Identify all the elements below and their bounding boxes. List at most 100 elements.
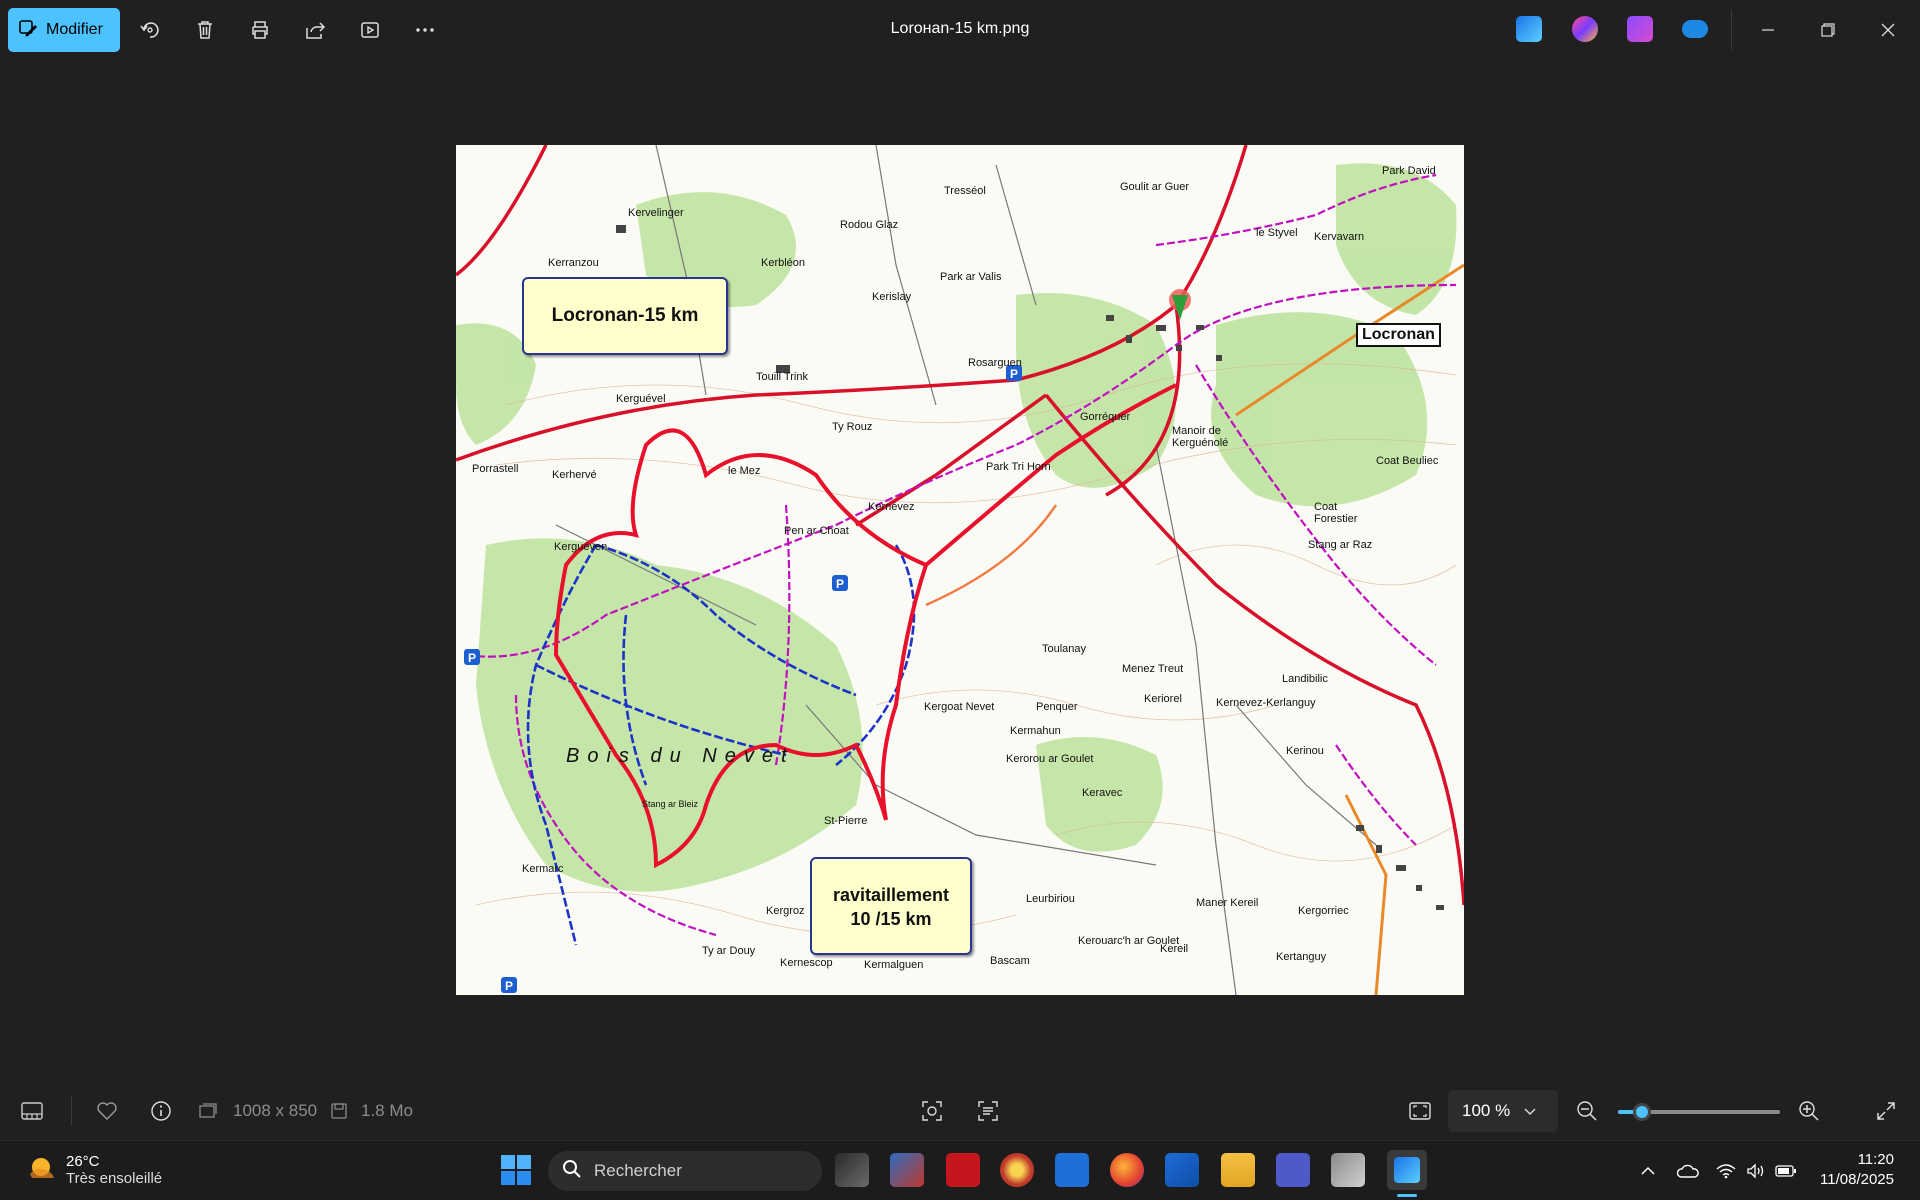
place-label: Coat Forestier — [1314, 501, 1358, 525]
fullscreen-icon[interactable] — [1872, 1097, 1900, 1125]
zoom-out-icon[interactable] — [1573, 1097, 1601, 1125]
town-label: Locronan — [1356, 323, 1441, 347]
place-label: Porrastell — [472, 463, 519, 475]
minimize-icon[interactable] — [1752, 14, 1784, 46]
place-label: Kergroz — [766, 905, 805, 917]
place-label: Kermalguen — [864, 959, 924, 971]
photos-app-taskbar-icon[interactable] — [1387, 1150, 1427, 1197]
eye-app-icon[interactable] — [1000, 1153, 1034, 1187]
designer-app-icon[interactable] — [1572, 16, 1598, 42]
place-label: Penquer — [1036, 701, 1078, 713]
system-clock[interactable]: 11:20 11/08/2025 — [1820, 1150, 1894, 1190]
task-view-icon[interactable] — [835, 1153, 869, 1187]
place-label: Stang ar Bleiz — [642, 799, 699, 809]
place-label: Kerranzou — [548, 257, 599, 269]
chevron-up-icon[interactable] — [1636, 1159, 1660, 1183]
place-label: Keravec — [1082, 787, 1123, 799]
place-label: Kernevez-Kerlanguy — [1216, 697, 1316, 709]
svg-text:P: P — [836, 577, 844, 591]
restore-icon[interactable] — [1812, 14, 1844, 46]
clock-date: 11/08/2025 — [1820, 1171, 1894, 1188]
place-label: Kervelinger — [628, 207, 684, 219]
zoom-level-dropdown[interactable]: 100 % — [1448, 1090, 1558, 1132]
place-label: Kergoat Nevet — [924, 701, 995, 713]
teams-icon[interactable] — [1276, 1153, 1310, 1187]
share-icon[interactable] — [297, 12, 333, 48]
place-label: Kernescop — [780, 957, 833, 969]
onedrive-icon[interactable] — [1682, 20, 1708, 38]
toolbar-divider — [1731, 10, 1732, 50]
favorite-heart-icon[interactable] — [93, 1097, 121, 1125]
svg-text:P: P — [468, 651, 476, 665]
photos-icon — [1394, 1157, 1420, 1183]
text-scan-icon[interactable] — [974, 1097, 1002, 1125]
info-icon[interactable] — [147, 1097, 175, 1125]
place-label: Landibilic — [1282, 673, 1328, 685]
taskbar-search-box[interactable]: Rechercher — [548, 1151, 822, 1191]
photos-editor-app-icon[interactable] — [1516, 16, 1542, 42]
newspaper-app-icon[interactable] — [890, 1153, 924, 1187]
search-placeholder: Rechercher — [594, 1161, 682, 1180]
place-label: Kerislay — [872, 291, 912, 303]
place-label: Bascam — [990, 955, 1030, 967]
file-size-icon — [328, 1097, 350, 1125]
edit-image-icon — [18, 18, 38, 43]
place-label: Coat Beuliec — [1376, 455, 1439, 467]
place-label: Park Tri Horn — [986, 461, 1051, 473]
zoom-slider[interactable] — [1618, 1103, 1780, 1121]
slideshow-icon[interactable] — [352, 12, 388, 48]
map-title-callout: Locronan-15 km — [522, 277, 728, 355]
volume-icon[interactable] — [1744, 1159, 1768, 1183]
weather-condition: Très ensoleillé — [66, 1169, 163, 1187]
place-label: le Styvel — [1256, 227, 1298, 239]
place-label: Gorréquer — [1080, 411, 1131, 423]
firefox-icon[interactable] — [1110, 1153, 1144, 1187]
supply-callout-line1: ravitaillement — [832, 885, 950, 905]
place-label: Ty ar Douy — [702, 945, 756, 957]
start-windows-icon[interactable] — [500, 1154, 534, 1188]
microsoft-store-icon[interactable] — [1165, 1153, 1199, 1187]
windows-taskbar: 26°C Très ensoleillé Rechercher 11:20 11… — [0, 1140, 1920, 1200]
clipchamp-app-icon[interactable] — [1627, 16, 1653, 42]
edit-button[interactable]: Modifier — [8, 8, 120, 52]
place-label: Keriorel — [1144, 693, 1182, 705]
place-label: St-Pierre — [824, 815, 868, 827]
place-label: Kereil — [1160, 943, 1189, 955]
svg-text:P: P — [1010, 367, 1018, 381]
print-icon[interactable] — [242, 12, 278, 48]
battery-icon[interactable] — [1774, 1159, 1798, 1183]
delete-icon[interactable] — [187, 12, 223, 48]
sunny-weather-icon — [26, 1152, 56, 1187]
place-label: Kergorriec — [1298, 905, 1349, 917]
zoom-slider-thumb[interactable] — [1633, 1103, 1652, 1121]
handwriting-app-icon[interactable] — [1055, 1153, 1089, 1187]
zoom-level-value: 100 % — [1462, 1101, 1511, 1120]
zoom-in-icon[interactable] — [1795, 1097, 1823, 1125]
close-icon[interactable] — [1872, 14, 1904, 46]
status-divider — [71, 1096, 72, 1126]
weather-widget[interactable]: 26°C Très ensoleillé — [26, 1152, 162, 1187]
fit-to-window-icon[interactable] — [1406, 1097, 1434, 1125]
chevron-down-icon — [1524, 1101, 1536, 1121]
wifi-icon[interactable] — [1714, 1159, 1738, 1183]
image-dimensions: 1008 x 850 — [233, 1101, 318, 1120]
supply-callout-line2: 10 /15 km — [850, 909, 932, 929]
place-label: Kerguével — [616, 393, 666, 405]
place-label: Goulit ar Guer — [1120, 181, 1190, 193]
plane-app-icon[interactable] — [1331, 1153, 1365, 1187]
acrobat-reader-icon[interactable] — [946, 1153, 980, 1187]
weather-temperature: 26°C — [66, 1152, 100, 1170]
onedrive-tray-icon[interactable] — [1676, 1159, 1700, 1183]
filmstrip-icon[interactable] — [18, 1097, 46, 1125]
place-label: Rodou Glaz — [840, 219, 899, 231]
file-explorer-icon[interactable] — [1221, 1153, 1255, 1187]
visual-search-icon[interactable] — [918, 1097, 946, 1125]
rotate-icon[interactable] — [132, 12, 168, 48]
photo-viewer-image[interactable]: P P P P Locronan-15 km ravitaillement 10 /1… — [456, 145, 1464, 995]
edit-button-label: Modifier — [46, 21, 103, 38]
clock-time: 11:20 — [1857, 1151, 1894, 1168]
resolution-icon — [197, 1097, 219, 1125]
place-label: Tresséol — [944, 185, 986, 197]
active-app-indicator — [1397, 1194, 1417, 1197]
more-options-icon[interactable] — [407, 12, 443, 48]
